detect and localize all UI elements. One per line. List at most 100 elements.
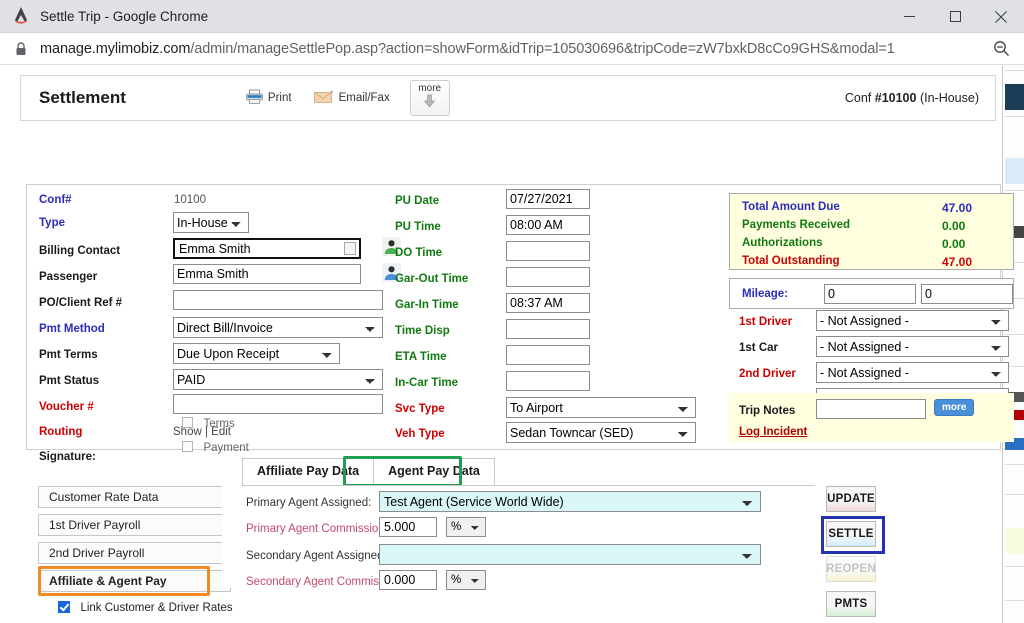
do-time-label: DO Time	[395, 247, 442, 259]
veh-type-select[interactable]: Sedan Towncar (SED)	[506, 422, 696, 443]
voucher-label: Voucher #	[39, 401, 94, 413]
update-button[interactable]: UPDATE	[826, 486, 876, 512]
passenger-label: Passenger	[39, 271, 97, 283]
billing-contact-value: Emma Smith	[179, 242, 251, 256]
log-incident-link[interactable]: Log Incident	[739, 426, 807, 438]
mileage-input-1[interactable]	[824, 284, 916, 304]
more-label: more	[418, 83, 441, 94]
chrome-window: Settle Trip - Google Chrome manage.mylim…	[0, 0, 1024, 623]
gar-in-time-input[interactable]	[506, 293, 590, 313]
driver2-select[interactable]: - Not Assigned -	[816, 362, 1009, 383]
signature-terms-checkbox[interactable]	[182, 417, 193, 428]
signature-payment-label: Payment	[203, 442, 248, 454]
side-button-label: Affiliate & Agent Pay	[38, 570, 231, 592]
minimize-button[interactable]	[886, 0, 932, 33]
trip-notes-more-button[interactable]: more	[934, 399, 974, 416]
in-car-time-label: In-Car Time	[395, 377, 458, 389]
primary-commission-label: Primary Agent Commission	[246, 523, 385, 535]
side-button-label: Customer Rate Data	[38, 486, 231, 508]
side-button-customer-rate-data[interactable]: Customer Rate Data	[38, 486, 231, 508]
reopen-button: REOPEN	[826, 556, 876, 582]
secondary-agent-label: Secondary Agent Assigned:	[246, 550, 387, 562]
pu-date-input[interactable]	[506, 189, 590, 209]
payments-received-label: Payments Received	[742, 219, 850, 231]
car1-select[interactable]: - Not Assigned -	[816, 336, 1009, 357]
primary-agent-select[interactable]: Test Agent (Service World Wide)	[379, 491, 761, 512]
type-label: Type	[39, 217, 65, 229]
pmts-button[interactable]: PMTS	[826, 591, 876, 617]
conf-prefix: Conf	[845, 91, 875, 105]
billing-contact-spinner-icon[interactable]	[344, 242, 356, 255]
link-rates-checkbox[interactable]	[58, 601, 70, 613]
signature-terms-label: Terms	[203, 418, 234, 430]
window-controls	[886, 0, 1024, 33]
pmt-method-select[interactable]: Direct Bill/Invoice	[173, 317, 383, 338]
settlement-modal: Settlement Print	[6, 66, 1001, 623]
url-text[interactable]: manage.mylimobiz.com/admin/manageSettleP…	[40, 41, 895, 57]
secondary-commission-input[interactable]	[379, 570, 437, 590]
pmt-status-label: Pmt Status	[39, 375, 99, 387]
tab-agent-pay-data[interactable]: Agent Pay Data	[373, 458, 495, 485]
conf-value: 10100	[174, 194, 206, 206]
page-content: Settlement Print	[0, 66, 1024, 623]
in-car-time-input[interactable]	[506, 371, 590, 391]
do-time-input[interactable]	[506, 241, 590, 261]
close-button[interactable]	[978, 0, 1024, 33]
svc-type-label: Svc Type	[395, 403, 445, 415]
pmt-terms-select[interactable]: Due Upon Receipt	[173, 343, 340, 364]
voucher-input[interactable]	[173, 394, 383, 414]
more-button[interactable]: more	[410, 80, 450, 116]
secondary-commission-label: Secondary Agent Commission	[246, 576, 400, 588]
pu-time-label: PU Time	[395, 221, 441, 233]
side-button-affiliate-agent-pay[interactable]: Affiliate & Agent Pay	[38, 570, 231, 592]
side-button-2nd-driver-payroll[interactable]: 2nd Driver Payroll	[38, 542, 231, 564]
tab-affiliate-pay-data[interactable]: Affiliate Pay Data	[242, 458, 374, 485]
passenger-input[interactable]	[173, 264, 361, 284]
svc-type-select[interactable]: To Airport	[506, 397, 696, 418]
pmt-method-label: Pmt Method	[39, 323, 105, 335]
billing-contact-field-wrapper[interactable]: Emma Smith	[173, 238, 361, 259]
gar-out-time-input[interactable]	[506, 267, 590, 287]
link-rates-label: Link Customer & Driver Rates	[80, 602, 232, 614]
pu-time-input[interactable]	[506, 215, 590, 235]
billing-contact-label: Billing Contact	[39, 245, 120, 257]
trip-notes-input[interactable]	[816, 399, 926, 419]
total-outstanding-value: 47.00	[942, 255, 972, 269]
trip-notes-label: Trip Notes	[739, 405, 795, 417]
mileage-box: Mileage:	[729, 278, 1014, 309]
type-select[interactable]: In-House	[173, 212, 249, 233]
maximize-button[interactable]	[932, 0, 978, 33]
email-fax-button[interactable]: Email/Fax	[314, 90, 390, 107]
side-button-1st-driver-payroll[interactable]: 1st Driver Payroll	[38, 514, 231, 536]
eta-time-input[interactable]	[506, 345, 590, 365]
settle-button[interactable]: SETTLE	[826, 521, 876, 547]
driver1-select[interactable]: - Not Assigned -	[816, 310, 1009, 331]
envelope-icon	[314, 90, 334, 107]
primary-commission-unit-select[interactable]: %	[446, 517, 486, 537]
lock-icon	[14, 41, 28, 57]
side-button-label: 1st Driver Payroll	[38, 514, 231, 536]
print-button[interactable]: Print	[246, 89, 292, 107]
primary-commission-input[interactable]	[379, 517, 437, 537]
pu-date-label: PU Date	[395, 195, 439, 207]
conf-label: Conf#	[39, 194, 72, 206]
secondary-agent-select[interactable]	[379, 544, 761, 565]
zoom-out-icon[interactable]	[993, 40, 1010, 57]
trip-info-panel: Conf# 10100 Type In-House Billing Contac…	[26, 184, 1001, 450]
printer-icon	[246, 89, 263, 107]
primary-agent-label: Primary Agent Assigned:	[246, 497, 371, 509]
link-rates-row[interactable]: Link Customer & Driver Rates	[58, 598, 233, 616]
agent-pay-data-content: Primary Agent Assigned: Test Agent (Serv…	[242, 485, 815, 588]
side-button-label: 2nd Driver Payroll	[38, 542, 231, 564]
conf-number: #10100	[875, 91, 917, 105]
settlement-header: Settlement Print	[20, 75, 996, 121]
signature-payment-checkbox[interactable]	[182, 441, 193, 452]
po-client-ref-input[interactable]	[173, 290, 383, 310]
eta-time-label: ETA Time	[395, 351, 447, 363]
url-host: manage.mylimobiz.com	[40, 41, 190, 57]
secondary-commission-unit-select[interactable]: %	[446, 570, 486, 590]
action-button-column: UPDATE SETTLE REOPEN PMTS CLOSE	[826, 486, 896, 616]
pmt-status-select[interactable]: PAID	[173, 369, 383, 390]
time-disp-input[interactable]	[506, 319, 590, 339]
mileage-input-2[interactable]	[921, 284, 1013, 304]
